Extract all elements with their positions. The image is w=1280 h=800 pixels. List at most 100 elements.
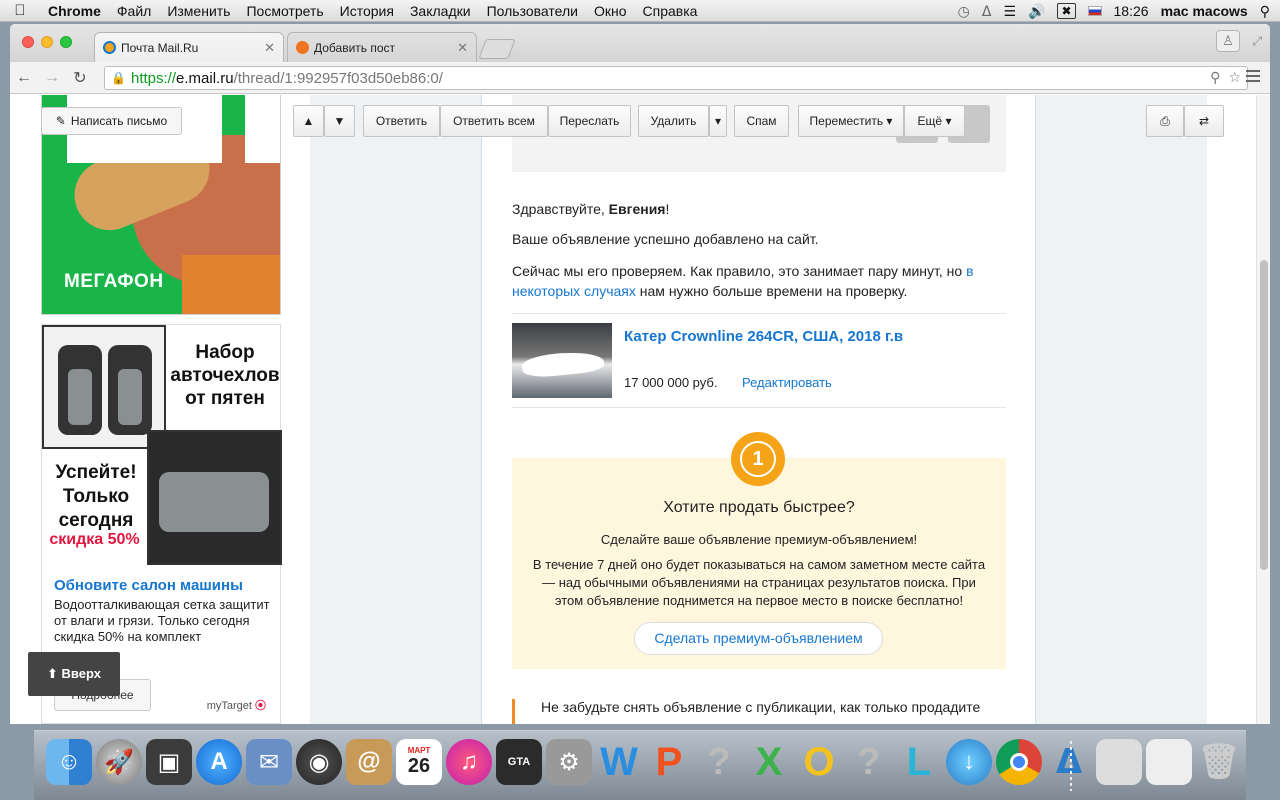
downloads-stack-icon[interactable] [1146,739,1192,785]
new-tab-button[interactable] [478,39,516,59]
battery-icon[interactable]: ✖ [1057,3,1076,19]
outlook-icon[interactable]: O [796,739,842,785]
url-host: e.mail.ru [176,69,234,87]
clock[interactable]: 18:26 [1114,3,1149,19]
edit-listing-link[interactable]: Редактировать [742,375,832,390]
boat-photo[interactable] [512,323,612,398]
listing-price: 17 000 000 руб. [624,375,718,390]
next-message-button[interactable]: ▼ [324,105,355,137]
translate-icon: ⇄ [1198,114,1210,128]
scroll-up-button[interactable]: ⬆ Вверх [28,652,120,696]
more-button[interactable]: Ещё ▾ [904,105,965,137]
reply-all-button[interactable]: Ответить всем [440,105,548,137]
trash-icon[interactable]: 🗑 [1196,739,1242,785]
user-name[interactable]: mac macows [1161,3,1248,19]
system-preferences-icon[interactable]: ⚙ [546,739,592,785]
ad-discount: скидка 50% [49,531,140,548]
menu-history[interactable]: История [332,3,402,19]
seat-covers-rear-image [147,430,282,565]
move-label: Переместить [809,114,884,128]
reload-icon[interactable]: ↻ [66,68,94,88]
premium-promo-box: Хотите продать быстрее? Сделайте ваше об… [512,458,1006,669]
spotlight-icon[interactable]: ⚲ [1260,3,1270,20]
page-scrollbar[interactable] [1256,95,1270,724]
finder-icon[interactable]: ☺ [46,739,92,785]
fullscreen-icon[interactable]: ⤢ [1252,34,1262,49]
move-button[interactable]: Переместить ▾ [798,105,904,137]
facetime-icon[interactable]: ◉ [296,739,342,785]
menu-window[interactable]: Окно [586,3,635,19]
excel-icon[interactable]: X [746,739,792,785]
chrome-icon[interactable] [996,739,1042,785]
close-tab-icon[interactable]: ✕ [457,40,468,56]
scroll-up-label: Вверх [61,666,101,681]
unknown-app-icon[interactable]: ? [696,739,742,785]
back-icon[interactable]: ← [10,69,38,87]
promo-heading: Хотите продать быстрее? [663,499,855,516]
chrome-menu-icon[interactable] [1246,70,1260,85]
success-message: Ваше объявление успешно добавлено на сай… [512,231,819,247]
reply-button[interactable]: Ответить [363,105,440,137]
unknown-app-icon-2[interactable]: ? [846,739,892,785]
app-store-icon[interactable]: A [196,739,242,785]
delete-button[interactable]: Удалить [638,105,709,137]
close-tab-icon[interactable]: ✕ [264,40,275,56]
launchpad-icon[interactable]: 🚀 [96,739,142,785]
photo-booth-icon[interactable]: ▣ [146,739,192,785]
mail-stamp-icon[interactable]: ✉ [246,739,292,785]
address-bar[interactable]: 🔒 https:// e.mail.ru /thread/1:992957f03… [104,66,1248,90]
bluetooth-icon[interactable]: ᐃ [982,3,992,20]
scrollbar-thumb[interactable] [1260,260,1268,570]
key-icon[interactable]: ⚲ [1210,69,1220,86]
volume-icon[interactable]: 🔊 [1028,3,1045,20]
translate-button[interactable]: ⇄ [1184,105,1224,137]
greeting-prefix: Здравствуйте, [512,201,609,217]
menu-file[interactable]: Файл [109,3,159,19]
menu-bookmarks[interactable]: Закладки [402,3,479,19]
megafon-logo: МЕГАФОН [64,271,164,292]
input-source-flag-icon[interactable] [1087,6,1102,16]
forward-icon[interactable]: → [38,69,66,87]
listing-title-link[interactable]: Катер Crownline 264CR, США, 2018 г.в [624,328,903,345]
ad-title-link[interactable]: Обновите салон машины [54,577,243,594]
forward-button[interactable]: Переслать [548,105,631,137]
profile-icon[interactable]: ♙ [1216,30,1240,52]
close-window-icon[interactable] [22,36,34,48]
gta-san-andreas-icon[interactable]: GTA [496,739,542,785]
tab-add-post[interactable]: Добавить пост ✕ [287,32,477,62]
lync-icon[interactable]: L [896,739,942,785]
downloader-icon[interactable]: ↓ [946,739,992,785]
bluetooth-file-exchange-icon[interactable]: ᐃ [1046,739,1092,785]
menu-help[interactable]: Справка [635,3,706,19]
bookmark-star-icon[interactable]: ☆ [1228,69,1241,86]
menu-app-chrome[interactable]: Chrome [40,3,109,19]
powerpoint-icon[interactable]: P [646,739,692,785]
zoom-window-icon[interactable] [60,36,72,48]
promo-subheading: Сделайте ваше объявление премиум-объявле… [600,532,918,547]
time-machine-icon[interactable]: ◷ [958,3,970,20]
apple-menu-icon[interactable]:  [0,2,40,19]
prev-message-button[interactable]: ▲ [293,105,324,137]
documents-stack-icon[interactable] [1096,739,1142,785]
menu-people[interactable]: Пользователи [479,3,586,19]
calendar-day: 26 [407,755,431,777]
spam-button[interactable]: Спам [734,105,789,137]
tab-mail[interactable]: Почта Mail.Ru ✕ [94,32,284,62]
left-sidebar: МЕГАФОН Набор авточехлов от пятен Успейт… [10,95,300,724]
word-icon[interactable]: W [596,739,642,785]
delete-dropdown-button[interactable]: ▾ [709,105,727,137]
itunes-icon[interactable]: ♫ [446,739,492,785]
menu-view[interactable]: Посмотреть [238,3,331,19]
mytarget-text: myTarget [206,700,252,712]
more-label: Ещё [917,114,943,128]
mytarget-label[interactable]: myTarget ⦿ [207,697,266,713]
secure-lock-icon[interactable]: 🔒 [111,71,126,85]
make-premium-button[interactable]: Сделать премиум-объявлением [634,622,883,655]
print-button[interactable]: ⎙ [1146,105,1184,137]
wifi-icon[interactable]: ☰ [1003,3,1016,20]
contacts-icon[interactable]: @ [346,739,392,785]
calendar-month: МАРТ [407,746,431,755]
menu-edit[interactable]: Изменить [159,3,238,19]
calendar-icon[interactable]: МАРТ 26 [396,739,442,785]
minimize-window-icon[interactable] [41,36,53,48]
